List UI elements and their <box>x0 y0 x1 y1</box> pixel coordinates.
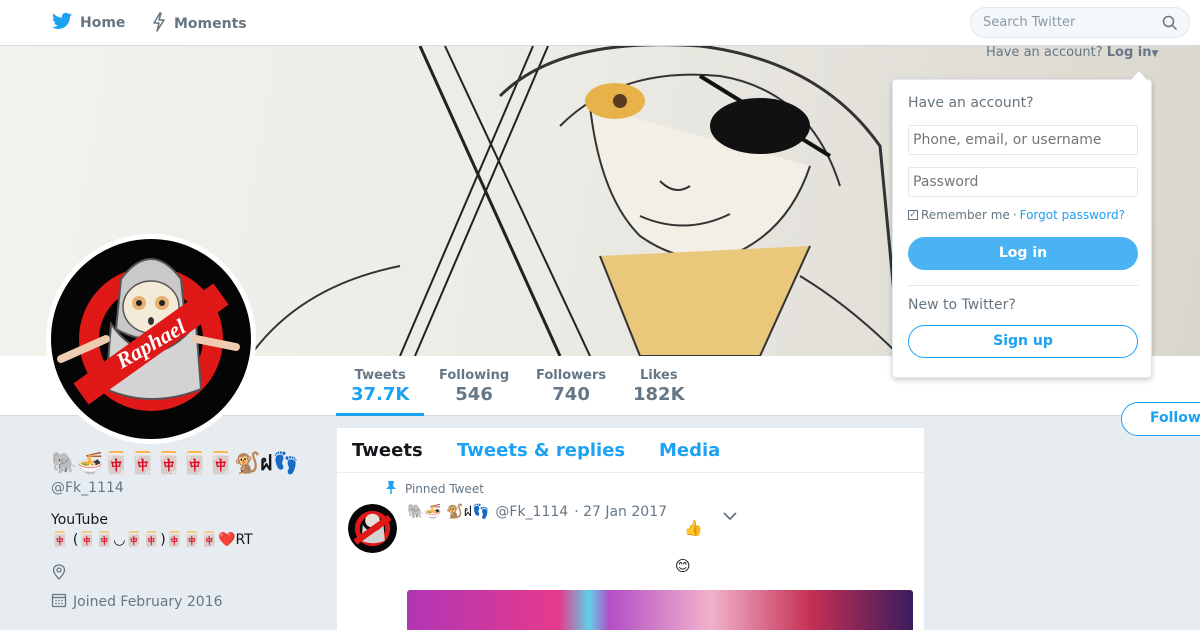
new-to-twitter-label: New to Twitter? <box>908 297 1016 313</box>
username-field[interactable] <box>908 125 1138 155</box>
pin-icon <box>385 480 397 497</box>
nav-home[interactable]: Home <box>52 12 125 34</box>
follow-button[interactable]: Follow <box>1121 402 1200 436</box>
login-trigger[interactable]: Have an account? Log in▼ <box>986 45 1158 60</box>
profile-sidebar: 🐘🍜🀄🀄🀄🀄🀄🐒ฝ👣 @Fk_1114 YouTube 🀄 (🀄🀄◡🀄🀄)🀄🀄🀄… <box>51 446 311 612</box>
stat-label: Tweets <box>354 368 406 383</box>
timeline: Tweets Tweets & replies Media Pinned Twe… <box>337 428 924 630</box>
nav-home-label: Home <box>80 15 126 31</box>
tweet-author-handle[interactable]: @Fk_1114 <box>495 504 568 520</box>
location-row <box>51 564 311 584</box>
location-pin-icon <box>51 564 67 584</box>
active-stat-underline <box>336 413 424 416</box>
login-trigger-link[interactable]: Log in <box>1107 45 1152 60</box>
stat-value: 740 <box>552 384 590 405</box>
nav-moments-label: Moments <box>174 16 247 32</box>
tweet-text-line: 👍 <box>684 519 703 537</box>
joined-date: Joined February 2016 <box>73 594 223 610</box>
forgot-password-link[interactable]: Forgot password? <box>1020 208 1125 222</box>
pinned-label: Pinned Tweet <box>405 481 484 496</box>
lightning-icon <box>152 12 166 36</box>
divider <box>908 285 1138 286</box>
login-dropdown-title: Have an account? <box>908 95 1034 111</box>
password-field[interactable] <box>908 167 1138 197</box>
login-trigger-prefix: Have an account? <box>986 45 1103 60</box>
search-placeholder: Search Twitter <box>983 15 1076 30</box>
chevron-down-icon[interactable] <box>723 506 737 525</box>
avatar-image: Raphael <box>51 239 251 439</box>
tweet-author-name[interactable]: 🐘🍜 🐒ฝ👣 <box>407 501 489 523</box>
separator-dot: · <box>1012 208 1017 222</box>
stat-followers[interactable]: Followers 740 <box>536 368 606 405</box>
top-nav: Home Moments Search Twitter <box>0 0 1200 46</box>
tweet-avatar[interactable] <box>348 504 397 553</box>
bio-line: 🀄 (🀄🀄◡🀄🀄)🀄🀄🀄❤️RT <box>51 532 253 548</box>
search-icon[interactable] <box>1162 15 1178 35</box>
tab-tweets-replies[interactable]: Tweets & replies <box>457 440 625 461</box>
stat-label: Likes <box>639 368 678 383</box>
stat-value: 37.7K <box>351 384 410 405</box>
joined-row: Joined February 2016 <box>51 592 311 612</box>
nav-moments[interactable]: Moments <box>152 12 247 36</box>
tweet-media-image[interactable] <box>407 590 913 630</box>
stat-value: 182K <box>633 384 685 405</box>
caret-down-icon: ▼ <box>1151 49 1159 59</box>
tweet-text-line: 😊 <box>675 557 691 575</box>
timeline-tabs: Tweets Tweets & replies Media <box>337 428 924 473</box>
signup-button[interactable]: Sign up <box>908 325 1138 358</box>
stat-following[interactable]: Following 546 <box>439 368 509 405</box>
pinned-label-row: Pinned Tweet <box>385 480 484 497</box>
avatar[interactable]: Raphael <box>46 234 256 444</box>
profile-handle[interactable]: @Fk_1114 <box>51 480 311 496</box>
remember-me-checkbox[interactable]: ✓ <box>908 210 918 220</box>
stat-likes[interactable]: Likes 182K <box>633 368 685 405</box>
tweet-header: 🐘🍜 🐒ฝ👣 @Fk_1114 · 27 Jan 2017 <box>407 501 667 523</box>
login-button[interactable]: Log in <box>908 237 1138 270</box>
tab-media[interactable]: Media <box>659 440 720 461</box>
login-dropdown: Have an account? ✓ Remember me · Forgot … <box>892 71 1152 378</box>
tweet-date[interactable]: · 27 Jan 2017 <box>574 504 667 520</box>
remember-row: ✓ Remember me · Forgot password? <box>908 208 1125 222</box>
stat-value: 546 <box>455 384 493 405</box>
tab-tweets[interactable]: Tweets <box>352 440 423 461</box>
stat-label: Followers <box>536 368 607 383</box>
profile-name[interactable]: 🐘🍜🀄🀄🀄🀄🀄🐒ฝ👣 <box>51 446 311 480</box>
profile-bio: YouTube 🀄 (🀄🀄◡🀄🀄)🀄🀄🀄❤️RT <box>51 510 311 550</box>
stat-tweets[interactable]: Tweets 37.7K <box>351 368 409 405</box>
stat-label: Following <box>439 368 510 383</box>
remember-me-label[interactable]: Remember me <box>921 208 1010 222</box>
twitter-bird-icon <box>52 12 72 34</box>
search-input[interactable]: Search Twitter <box>970 7 1190 38</box>
calendar-icon <box>51 592 67 612</box>
bio-line: YouTube <box>51 512 108 528</box>
